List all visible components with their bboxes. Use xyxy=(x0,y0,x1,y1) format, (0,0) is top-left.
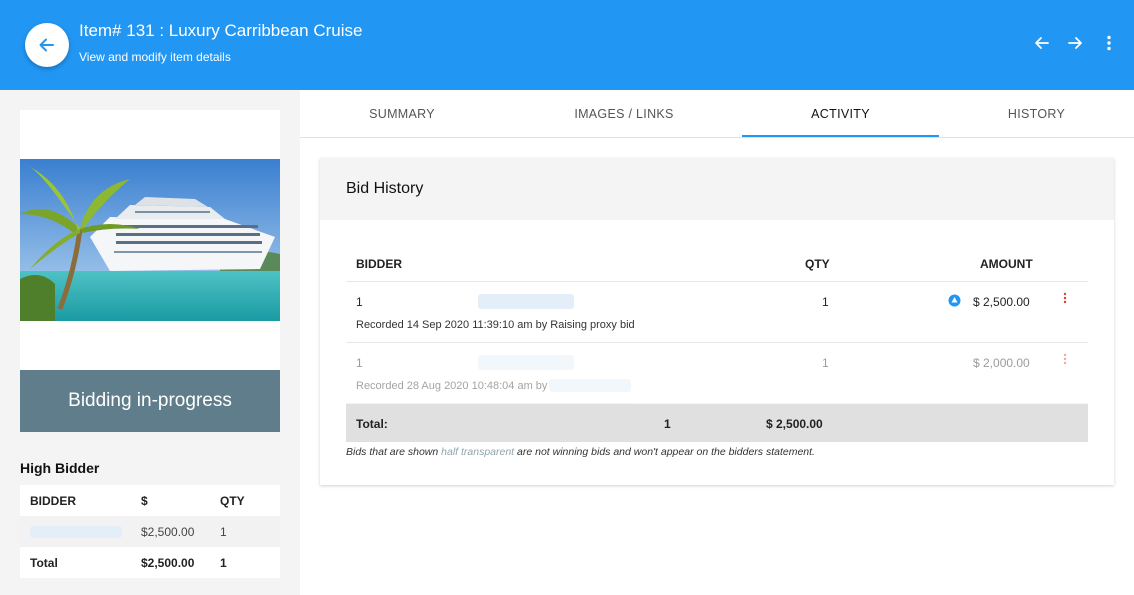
bid-amount: $ 2,000.00 xyxy=(973,356,1030,370)
proxy-bid-icon xyxy=(948,294,961,310)
high-bidder-qty: 1 xyxy=(220,525,227,539)
high-bidder-title: High Bidder xyxy=(20,460,100,476)
bid-qty: 1 xyxy=(822,356,829,370)
note-text-start: Bids that are shown xyxy=(346,446,442,458)
high-bidder-row: $2,500.00 1 xyxy=(20,516,280,547)
arrow-left-icon xyxy=(1035,37,1049,49)
bid-recorded-info: Recorded 28 Aug 2020 10:48:04 am by xyxy=(356,380,548,392)
redacted-bidder-name xyxy=(478,355,574,370)
page-title: Item# 131 : Luxury Carribbean Cruise xyxy=(79,21,363,40)
bid-history-card: Bid History BIDDER QTY AMOUNT 1 1 $ 2,50… xyxy=(320,158,1114,485)
previous-item-button[interactable] xyxy=(1032,33,1052,53)
high-bidder-header-row: BIDDER $ QTY xyxy=(20,485,280,516)
more-options-button[interactable] xyxy=(1099,33,1119,53)
item-photo[interactable] xyxy=(20,159,280,321)
bid-history-note: Bids that are shown half transparent are… xyxy=(346,446,815,458)
kebab-icon xyxy=(1063,353,1067,365)
item-detail-panel: SUMMARY IMAGES / LINKS ACTIVITY HISTORY … xyxy=(300,90,1134,595)
next-item-button[interactable] xyxy=(1065,33,1085,53)
column-header-qty: QTY xyxy=(805,257,830,271)
bid-amount: $ 2,500.00 xyxy=(973,295,1030,309)
high-bidder-amount: $2,500.00 xyxy=(141,525,195,539)
tab-images-links[interactable]: IMAGES / LINKS xyxy=(526,90,722,138)
tab-history[interactable]: HISTORY xyxy=(939,90,1134,138)
page-subtitle: View and modify item details xyxy=(79,50,231,64)
total-qty: 1 xyxy=(220,556,227,570)
total-label: Total xyxy=(30,556,58,570)
bid-table-header: BIDDER QTY AMOUNT xyxy=(346,248,1088,282)
bid-row: 1 1 $ 2,500.00 Recorded 14 Sep 2020 11:3… xyxy=(346,282,1088,343)
item-side-panel: Bidding in-progress High Bidder BIDDER $… xyxy=(0,90,300,595)
cruise-ship-image xyxy=(20,159,280,321)
bid-bidder-number: 1 xyxy=(356,356,363,370)
bid-bidder-number: 1 xyxy=(356,295,363,309)
column-header-qty: QTY xyxy=(220,494,245,508)
bid-total-qty: 1 xyxy=(664,417,671,431)
tab-bar: SUMMARY IMAGES / LINKS ACTIVITY HISTORY xyxy=(300,90,1134,138)
column-header-bidder: BIDDER xyxy=(356,257,403,271)
note-text-end: are not winning bids and won't appear on… xyxy=(514,446,815,458)
tab-summary[interactable]: SUMMARY xyxy=(300,90,504,138)
arrow-left-icon xyxy=(39,38,54,52)
bid-recorded-info: Recorded 14 Sep 2020 11:39:10 am by Rais… xyxy=(356,319,635,331)
bid-row-menu-button[interactable] xyxy=(1062,353,1068,366)
column-header-bidder: BIDDER xyxy=(30,494,77,508)
redacted-bidder-name xyxy=(478,294,574,309)
app-header: Item# 131 : Luxury Carribbean Cruise Vie… xyxy=(0,0,1134,90)
bidding-status-banner: Bidding in-progress xyxy=(20,370,280,432)
active-tab-indicator xyxy=(742,135,939,137)
column-header-amount: AMOUNT xyxy=(980,257,1033,271)
bid-row-menu-button[interactable] xyxy=(1062,292,1068,305)
redacted-bidder-name xyxy=(30,526,122,538)
total-amount: $2,500.00 xyxy=(141,556,195,570)
high-bidder-table: BIDDER $ QTY $2,500.00 1 Total $2,500.00… xyxy=(20,485,280,578)
more-vert-icon xyxy=(1107,35,1111,51)
tab-activity[interactable]: ACTIVITY xyxy=(742,90,939,138)
kebab-icon xyxy=(1063,292,1067,304)
column-header-amount: $ xyxy=(141,494,148,508)
item-photo-card xyxy=(20,110,280,370)
bid-qty: 1 xyxy=(822,295,829,309)
bid-total-label: Total: xyxy=(356,417,388,431)
bid-total-amount: $ 2,500.00 xyxy=(766,417,823,431)
bid-row: 1 1 $ 2,000.00 Recorded 28 Aug 2020 10:4… xyxy=(346,343,1088,404)
bid-history-title: Bid History xyxy=(346,180,424,197)
high-bidder-total-row: Total $2,500.00 1 xyxy=(20,547,280,578)
arrow-right-icon xyxy=(1068,37,1082,49)
bid-total-row: Total: 1 $ 2,500.00 xyxy=(346,404,1088,442)
redacted-recorder-name xyxy=(549,379,631,392)
note-highlight: half transparent xyxy=(441,446,515,458)
bid-history-card-header: Bid History xyxy=(320,158,1114,220)
back-button[interactable] xyxy=(25,23,69,67)
bid-history-table: BIDDER QTY AMOUNT 1 1 $ 2,500.00 Recorde… xyxy=(346,248,1088,442)
